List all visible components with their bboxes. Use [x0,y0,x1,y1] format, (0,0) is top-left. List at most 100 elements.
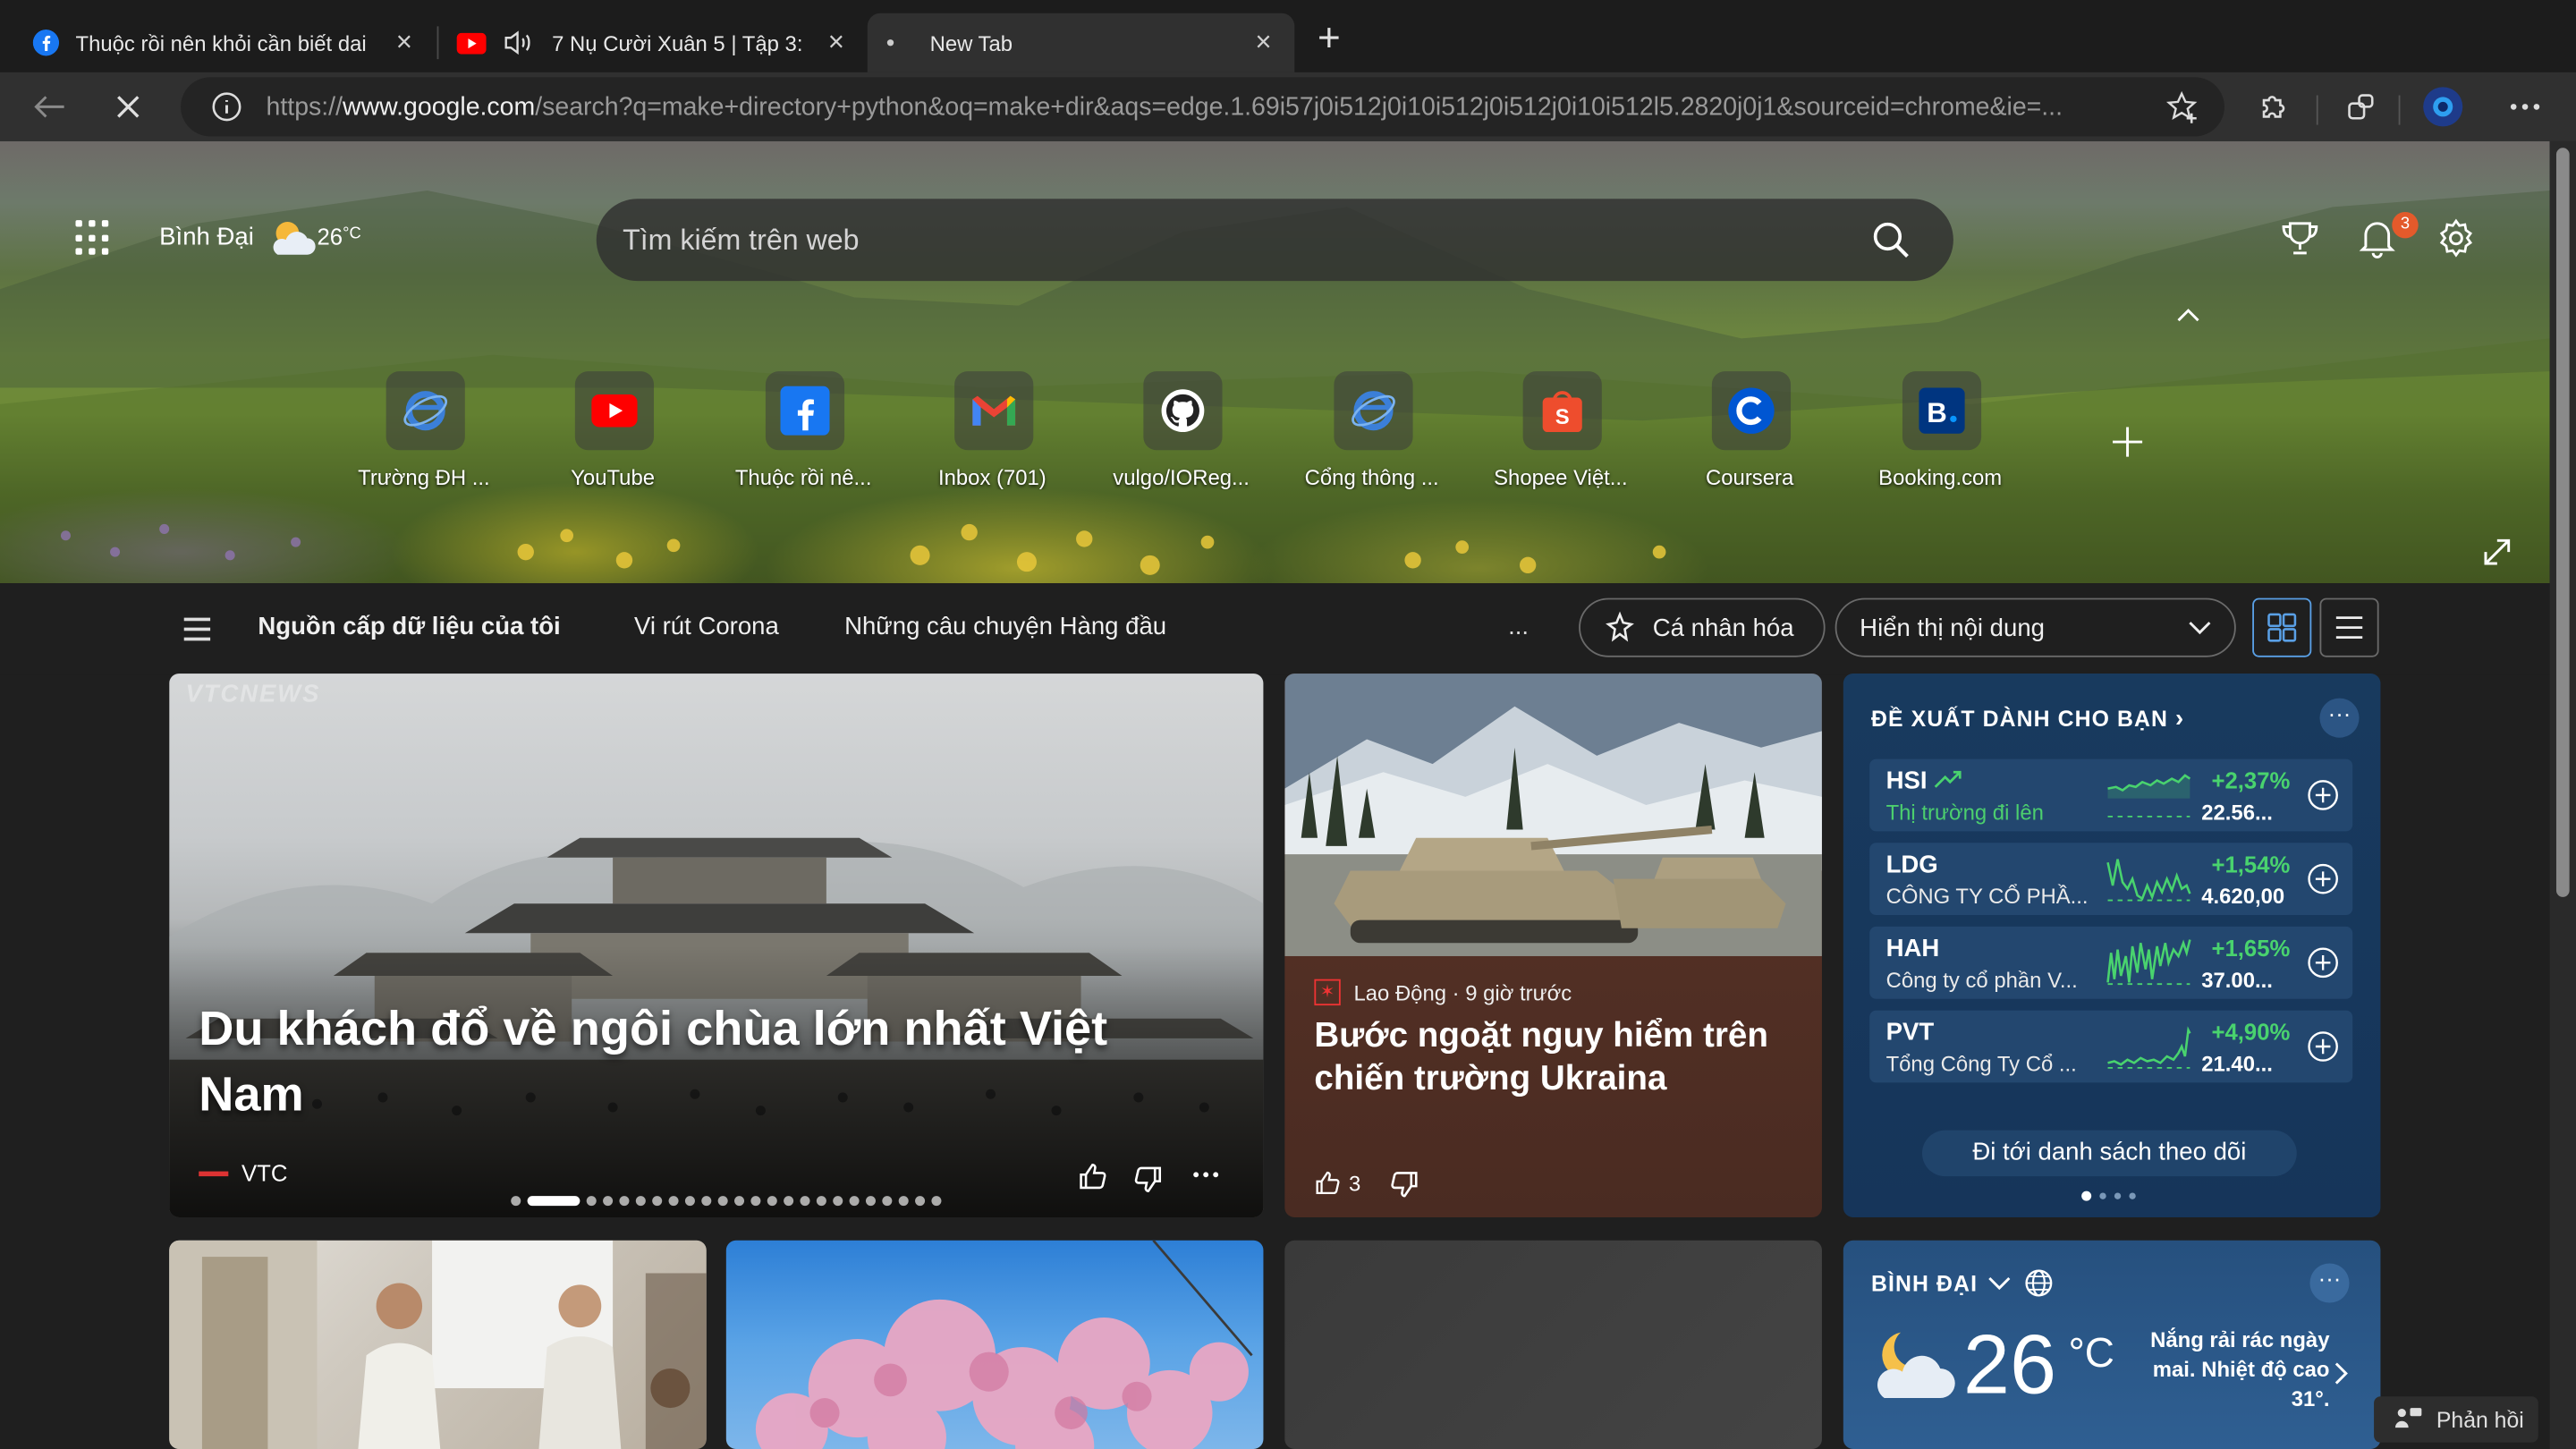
carousel-dot[interactable] [784,1196,794,1207]
add-to-watchlist-icon[interactable] [2307,779,2340,812]
new-tab-button[interactable]: + [1308,19,1351,63]
quick-link-tile[interactable]: Coursera [1671,371,1828,503]
site-info-icon[interactable] [210,90,243,123]
more-options-icon[interactable] [1192,1170,1219,1180]
quick-link-tile[interactable]: Cổng thông ... [1293,371,1451,503]
carousel-dot[interactable] [750,1196,761,1207]
thumbs-down-icon[interactable] [1390,1170,1419,1199]
carousel-dot[interactable] [800,1196,810,1207]
search-icon[interactable] [1871,220,1911,259]
menu-hamburger-icon[interactable] [183,617,211,641]
url-text[interactable]: https://www.google.com/search?q=make+dir… [267,94,2156,123]
settings-menu-button[interactable] [2502,84,2547,130]
stock-row-pvt[interactable]: PVT Tổng Công Ty Cổ ... +4,90% 21.40... [1869,1010,2353,1083]
feed-tab-top-stories[interactable]: Những câu chuyện Hàng đầu [844,613,1166,640]
story-source[interactable]: VTC [199,1160,287,1186]
tab-facebook[interactable]: Thuộc rồi nên khỏi cần biết dai × [0,13,436,72]
weather-temperature[interactable]: 26°C [317,224,360,250]
carousel-dot[interactable] [701,1196,712,1207]
carousel-dot[interactable] [511,1196,521,1207]
app-launcher-button[interactable] [75,220,111,256]
card-page-indicator[interactable] [2081,1191,2136,1201]
quick-link-tile[interactable]: S Shopee Việt... [1482,371,1640,503]
carousel-dot[interactable] [849,1196,860,1207]
carousel-dot[interactable] [527,1196,580,1207]
page-scrollbar[interactable] [2549,140,2576,1449]
weather-card[interactable]: BÌNH ĐẠI ··· 26 °C Nắng rải rác ngày mai… [1843,1240,2381,1449]
carousel-dot[interactable] [652,1196,663,1207]
content-visibility-select[interactable]: Hiển thị nội dung [1835,597,2236,657]
carousel-dot[interactable] [717,1196,728,1207]
quick-link-tile[interactable]: Inbox (701) [913,371,1071,503]
quick-link-tile[interactable]: YouTube [534,371,691,503]
carousel-dot[interactable] [635,1196,646,1207]
profile-button[interactable] [2420,84,2466,130]
close-tab-icon[interactable]: × [389,28,419,57]
search-input[interactable] [623,218,1839,262]
carousel-dot[interactable] [668,1196,679,1207]
feed-tab-my-feed[interactable]: Nguồn cấp dữ liệu của tôi [258,613,560,640]
weather-more-button[interactable]: ··· [2309,1263,2350,1303]
stock-row-ldg[interactable]: LDG CÔNG TY CỔ PHẦ... +1,54% 4.620,00 [1869,843,2353,916]
personalize-button[interactable]: Cá nhân hóa [1579,597,1826,657]
chevron-up-icon[interactable] [2175,306,2201,326]
feed-tab-coronavirus[interactable]: Vi rút Corona [634,613,779,640]
carousel-dot[interactable] [767,1196,777,1207]
carousel-dot[interactable] [603,1196,614,1207]
grid-view-button[interactable] [2252,597,2312,657]
featured-story-card[interactable]: VTCNEWS Du khách đổ về ngôi chùa lớn nhấ… [169,674,1264,1218]
expand-background-icon[interactable] [2482,538,2512,567]
stock-card-more-button[interactable]: ··· [2319,698,2360,738]
carousel-dot[interactable] [734,1196,745,1207]
news-story-title[interactable]: Bước ngoặt nguy hiểm trên chiến trường U… [1314,1015,1807,1101]
stock-card-heading[interactable]: ĐỀ XUẤT DÀNH CHO BẠN › [1871,705,2184,733]
carousel-indicator[interactable] [511,1196,942,1207]
carousel-dot[interactable] [931,1196,942,1207]
stop-button[interactable] [106,84,151,130]
carousel-dot[interactable] [898,1196,909,1207]
tab-new-tab[interactable]: New Tab × [867,13,1295,72]
add-to-watchlist-icon[interactable] [2307,1030,2340,1063]
story-card-loading[interactable] [1284,1240,1822,1449]
quick-link-tile[interactable]: Trường ĐH ... [345,371,503,503]
carousel-dot[interactable] [684,1196,695,1207]
quick-link-tile[interactable]: B Booking.com [1861,371,2019,503]
stock-row-hsi[interactable]: HSI Thị trường đi lên +2,37% 22.56... [1869,758,2353,832]
gear-icon[interactable] [2435,216,2478,259]
scrollbar-thumb[interactable] [2555,148,2570,897]
extensions-button[interactable] [2250,84,2296,130]
more-tabs-button[interactable]: ... [1508,613,1529,640]
close-tab-icon[interactable]: × [1249,28,1278,57]
quick-link-tile[interactable]: Thuộc rồi nê... [724,371,882,503]
add-to-watchlist-icon[interactable] [2307,862,2340,895]
weather-location[interactable]: Bình Đại [159,224,254,251]
partly-cloudy-icon[interactable] [267,216,317,261]
weather-location[interactable]: BÌNH ĐẠI [1871,1268,2054,1298]
carousel-dot[interactable] [882,1196,893,1207]
speaker-icon[interactable] [503,30,536,55]
close-tab-icon[interactable]: × [821,28,851,57]
web-search-box[interactable] [596,199,1953,282]
carousel-dot[interactable] [816,1196,826,1207]
chevron-right-icon[interactable] [2333,1362,2349,1385]
carousel-dot[interactable] [865,1196,876,1207]
like-button[interactable]: 3 [1314,1170,1360,1196]
add-quick-link-icon[interactable] [2109,424,2145,460]
thumbs-down-icon[interactable] [1133,1165,1163,1194]
thumbs-up-icon[interactable] [1078,1162,1107,1191]
collections-button[interactable] [2338,84,2384,130]
list-view-button[interactable] [2319,597,2379,657]
news-story-card[interactable]: ✶ Lao Động · 9 giờ trước Bước ngoặt nguy… [1284,674,1822,1218]
add-favorite-icon[interactable] [2165,90,2201,126]
address-bar[interactable]: https://www.google.com/search?q=make+dir… [181,77,2224,137]
story-card-office[interactable] [169,1240,707,1449]
globe-icon[interactable] [2024,1268,2054,1298]
story-source[interactable]: ✶ Lao Động · 9 giờ trước [1314,979,1572,1006]
carousel-dot[interactable] [619,1196,630,1207]
back-button[interactable] [26,84,72,130]
quick-link-tile[interactable]: vulgo/IOReg... [1102,371,1259,503]
carousel-dot[interactable] [586,1196,597,1207]
feedback-button[interactable]: Phản hồi [2374,1396,2538,1443]
add-to-watchlist-icon[interactable] [2307,946,2340,979]
rewards-trophy-icon[interactable] [2279,216,2322,259]
